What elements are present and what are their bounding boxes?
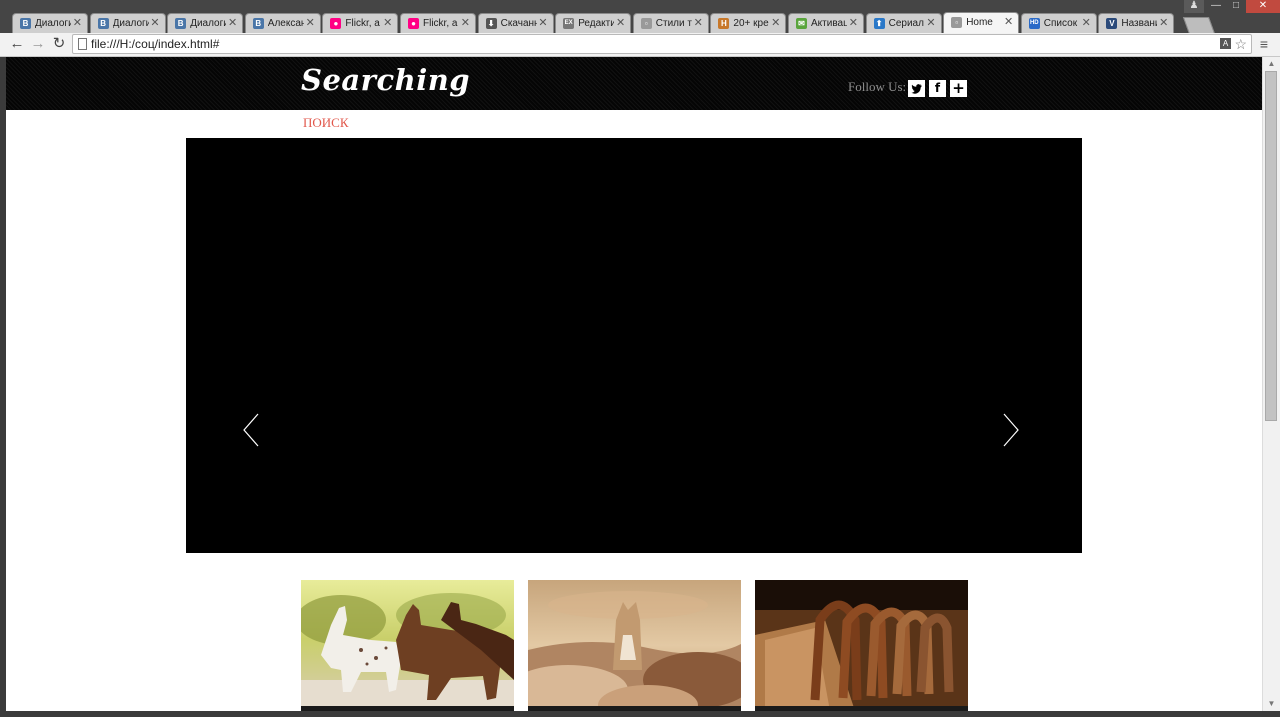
close-tab-icon[interactable]: ✕ (73, 14, 82, 33)
close-tab-icon[interactable]: ✕ (1159, 14, 1168, 33)
site-logo[interactable]: Searching (301, 63, 470, 97)
download-icon: ⬇ (485, 18, 497, 29)
user-icon[interactable]: ♟ (1184, 0, 1204, 13)
browser-tab[interactable]: ▫ Home ✕ (943, 12, 1020, 33)
browser-tab[interactable]: ●Flickr, a Ya✕ (322, 13, 399, 33)
gallery-thumbnail-horseshoes[interactable] (755, 580, 968, 711)
browser-tab[interactable]: B Диалоги ✕ (89, 13, 166, 33)
arrow-up-icon: ⬆ (873, 18, 885, 29)
browser-tab[interactable]: EXРедактирс✕ (555, 13, 632, 33)
reload-button[interactable]: ↻ (50, 35, 68, 53)
maximize-button[interactable]: □ (1226, 0, 1246, 13)
minimize-button[interactable]: — (1206, 0, 1226, 13)
forward-button[interactable]: → (29, 35, 47, 53)
window-frame (0, 711, 1280, 717)
page-viewport: Searching Follow Us: f + ПОИСК (6, 57, 1262, 711)
tab-title: Активация (811, 18, 847, 29)
browser-tab[interactable]: ● Flickr, a Ya✕ (400, 13, 476, 33)
browser-tab[interactable]: H20+ креати✕ (710, 13, 787, 33)
editor-icon: EX (563, 18, 575, 29)
plus-icon[interactable]: + (950, 80, 967, 97)
bookmark-star-icon[interactable]: ☆ (1234, 35, 1247, 53)
tab-title: Flickr, a Ya (423, 18, 459, 29)
tab-title: 20+ креати (733, 18, 769, 29)
tab-title: Диалоги (112, 18, 149, 29)
scroll-up-icon[interactable]: ▲ (1263, 57, 1280, 71)
close-tab-icon[interactable]: ✕ (849, 14, 858, 33)
close-tab-icon[interactable]: ✕ (616, 14, 625, 33)
vk-icon: B (20, 18, 31, 29)
browser-tab[interactable]: ⬇Скачанные✕ (477, 13, 554, 33)
close-tab-icon[interactable]: ✕ (694, 14, 703, 33)
facebook-icon[interactable]: f (929, 80, 946, 97)
page-icon: ▫ (640, 18, 652, 29)
tab-title: Александр (267, 18, 304, 29)
vk-icon: B (252, 18, 264, 29)
tab-title: Home (966, 17, 993, 28)
url-text[interactable]: file:///H:/соц/index.html# (91, 35, 219, 53)
page-icon (78, 38, 87, 50)
tab-title: Редактирс (578, 18, 614, 29)
browser-tab[interactable]: B Диалоги ✕ (167, 13, 244, 33)
menu-icon[interactable]: ≡ (1257, 37, 1271, 51)
gallery-thumbnail-horse-herd[interactable] (528, 580, 741, 711)
browser-tab[interactable]: VНазвания✕ (1098, 13, 1175, 33)
tab-title: Flickr, a Ya (345, 18, 381, 29)
translate-icon[interactable]: A (1220, 38, 1231, 49)
twitter-icon[interactable] (908, 80, 925, 97)
hub-icon: H (718, 18, 730, 29)
tab-title: Диалоги (190, 18, 227, 29)
close-tab-icon[interactable]: ✕ (228, 14, 237, 33)
chevron-left-icon[interactable] (242, 413, 266, 447)
page-icon: ▫ (951, 17, 963, 28)
tab-title: Названия (1121, 18, 1157, 29)
hero-slider (186, 138, 1082, 553)
vk-icon: B (97, 18, 109, 29)
browser-tab[interactable]: BАлександр✕ (244, 13, 321, 33)
mail-icon: ✉ (796, 18, 807, 29)
tab-title: Стили текс (655, 18, 692, 29)
chevron-right-icon[interactable] (996, 413, 1020, 447)
site-header: Searching Follow Us: f + (6, 57, 1262, 110)
scroll-down-icon[interactable]: ▼ (1263, 697, 1280, 711)
new-tab-button[interactable] (1182, 17, 1216, 34)
flickr-icon: ● (408, 18, 419, 29)
close-tab-icon[interactable]: ✕ (306, 14, 315, 33)
nav-link-search[interactable]: ПОИСК (303, 115, 349, 131)
browser-tab[interactable]: ⬆Сериал Хр✕ (865, 13, 942, 33)
tab-title: Список шр (1043, 18, 1080, 29)
close-tab-icon[interactable]: ✕ (383, 14, 392, 33)
hd-icon: HD (1028, 18, 1040, 29)
address-bar[interactable]: file:///H:/соц/index.html# A ☆ (72, 34, 1252, 54)
tab-strip: BДиалоги✕BДиалоги✕BДиалоги✕BАлександр✕●F… (0, 0, 1280, 34)
browser-tab[interactable]: B Диалоги ✕ (12, 13, 88, 33)
close-tab-icon[interactable]: ✕ (926, 14, 935, 33)
close-tab-icon[interactable]: ✕ (461, 14, 470, 33)
tab-title: Скачанные (500, 18, 537, 29)
gallery-thumbnail-horses-running[interactable] (301, 580, 514, 711)
close-tab-icon[interactable]: ✕ (1082, 14, 1091, 33)
tab-title: Сериал Хр (888, 18, 925, 29)
follow-label: Follow Us: (848, 79, 907, 94)
close-tab-icon[interactable]: ✕ (150, 14, 159, 33)
browser-toolbar: ← → ↻ file:///H:/соц/index.html# A ☆ ≡ (0, 33, 1280, 57)
browser-tab[interactable]: ✉ Активация✕ (788, 13, 864, 33)
flickr-icon: ● (330, 18, 342, 29)
browser-tab[interactable]: ▫Стили текс✕ (632, 13, 709, 33)
browser-tab[interactable]: HDСписок шр✕ (1020, 13, 1097, 33)
scroll-thumb[interactable] (1265, 71, 1277, 421)
close-tab-icon[interactable]: ✕ (1004, 13, 1013, 32)
tab-title: Диалоги (35, 18, 71, 29)
close-tab-icon[interactable]: ✕ (771, 14, 780, 33)
close-window-button[interactable]: ✕ (1246, 0, 1280, 13)
vk-icon: B (175, 18, 187, 29)
v-icon: V (1106, 18, 1118, 29)
close-tab-icon[interactable]: ✕ (538, 14, 547, 33)
vertical-scrollbar[interactable]: ▲ ▼ (1262, 57, 1280, 711)
back-button[interactable]: ← (8, 35, 26, 53)
